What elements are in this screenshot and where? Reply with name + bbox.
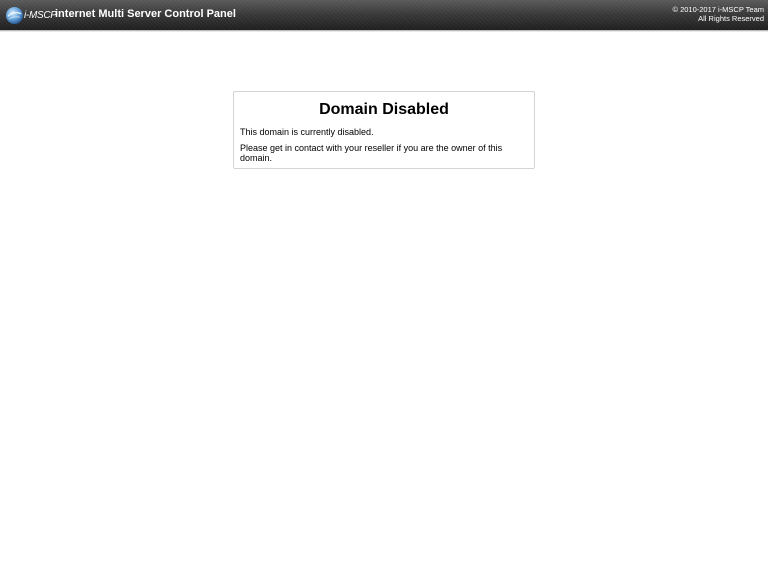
disabled-message: This domain is currently disabled. <box>240 127 374 137</box>
copyright-line: © 2010-2017 i-MSCP Team <box>672 5 764 14</box>
logo-text: i-MSCP <box>24 10 57 21</box>
copyright-notice: © 2010-2017 i-MSCP Team All Rights Reser… <box>672 5 764 23</box>
message-panel: Domain Disabled This domain is currently… <box>233 91 535 169</box>
contact-message: Please get in contact with your reseller… <box>240 143 503 163</box>
header-shadow <box>0 30 768 32</box>
imscp-logo-icon <box>5 6 24 25</box>
top-header-bar: i-MSCP internet Multi Server Control Pan… <box>0 0 768 30</box>
brand-title: internet Multi Server Control Panel <box>55 8 236 20</box>
rights-line: All Rights Reserved <box>698 14 764 23</box>
page-title: Domain Disabled <box>319 101 449 118</box>
